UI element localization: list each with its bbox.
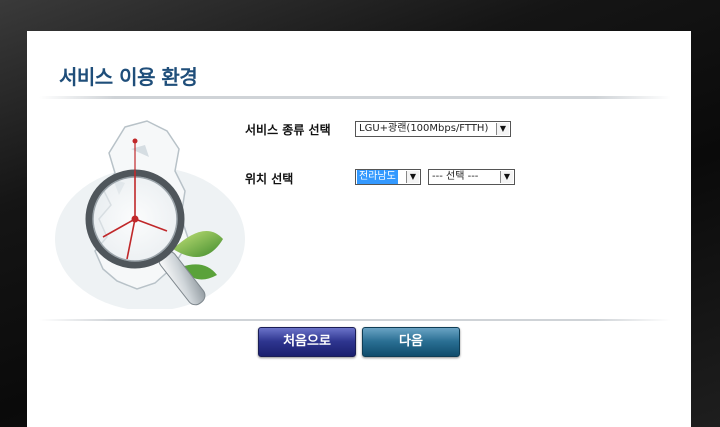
service-type-label: 서비스 종류 선택 [245, 123, 331, 137]
content-panel: 서비스 이용 환경 서비스 종류 선택 LGU+광랜(100Mbps/FTTH)… [27, 31, 691, 427]
go-first-button[interactable]: 처음으로 [258, 327, 356, 357]
city-value: --- 선택 --- [432, 171, 479, 182]
title-divider [39, 96, 671, 99]
footer-divider [39, 319, 671, 321]
service-type-value: LGU+광랜(100Mbps/FTTH) [359, 123, 489, 134]
service-type-select[interactable]: LGU+광랜(100Mbps/FTTH) ▼ [355, 121, 511, 137]
region-value: 전라남도 [357, 170, 398, 184]
page-title: 서비스 이용 환경 [59, 65, 198, 89]
next-button[interactable]: 다음 [362, 327, 460, 357]
magnifier-over-korea-map-icon [55, 120, 245, 309]
location-label: 위치 선택 [245, 172, 294, 186]
chevron-down-icon: ▼ [406, 171, 419, 183]
chevron-down-icon: ▼ [496, 123, 509, 135]
chevron-down-icon: ▼ [500, 171, 513, 183]
region-select[interactable]: 전라남도 ▼ [355, 169, 421, 185]
city-select[interactable]: --- 선택 --- ▼ [428, 169, 515, 185]
